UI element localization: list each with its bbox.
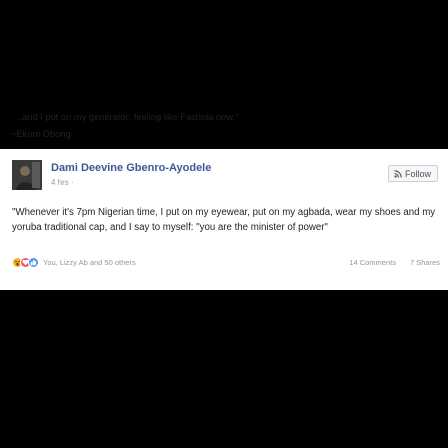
post-footer: You, Lizzy Ab and 50 others 14 Comments … <box>12 255 440 269</box>
post-body-continuation: ..and I put on my generator; feeling lik… <box>17 112 239 122</box>
follow-button[interactable]: Follow <box>387 165 438 182</box>
author-name[interactable]: Dami Deevine Gbenro-Ayodele <box>51 162 211 174</box>
reactions-summary[interactable] <box>12 256 39 268</box>
like-reaction-icon <box>28 256 39 268</box>
post-signature: ~Ekom Obong <box>11 129 71 139</box>
likers-text[interactable]: You, Lizzy Ab and 50 others <box>43 258 136 267</box>
shares-count[interactable]: 7 Shares <box>410 258 440 267</box>
avatar[interactable] <box>12 160 42 190</box>
engagement-counts: 14 Comments 7 Shares <box>349 258 440 267</box>
rss-icon <box>394 169 402 178</box>
post-timestamp[interactable]: 4 hrs · <box>51 178 74 187</box>
comments-count[interactable]: 14 Comments <box>349 258 396 267</box>
post-body: "Whenever it's 7pm Nigerian time, I put … <box>12 207 436 233</box>
follow-label: Follow <box>404 168 431 179</box>
profile-photo-icon <box>12 160 42 190</box>
